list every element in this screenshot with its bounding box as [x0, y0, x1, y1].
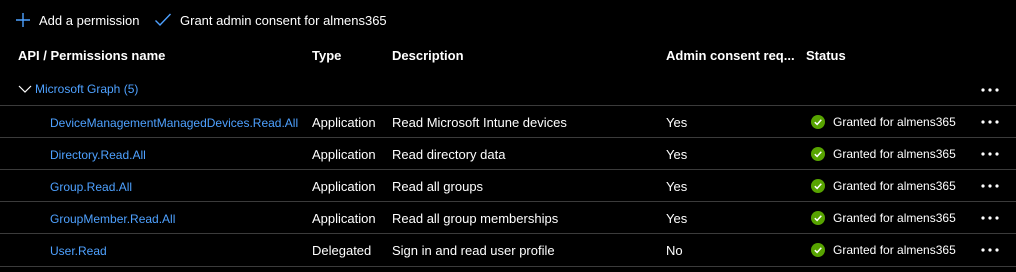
permission-description: Read directory data	[392, 147, 506, 162]
permission-type: Delegated	[312, 243, 372, 258]
plus-icon	[16, 13, 30, 27]
checkmark-icon	[155, 13, 172, 27]
status-badge: Granted for almens365	[811, 147, 956, 161]
admin-consent-required: Yes	[666, 147, 688, 162]
table-row: GroupMember.Read.All Application Read al…	[0, 201, 1016, 234]
permission-name-link[interactable]: GroupMember.Read.All	[50, 212, 175, 226]
check-circle-icon	[811, 243, 825, 257]
row-more-button[interactable]	[979, 146, 1001, 162]
status-text: Granted for almens365	[833, 243, 956, 257]
more-horizontal-icon	[981, 120, 999, 124]
row-more-button[interactable]	[979, 242, 1001, 258]
status-badge: Granted for almens365	[811, 115, 956, 129]
column-header-name[interactable]: API / Permissions name	[18, 48, 165, 63]
more-horizontal-icon	[981, 248, 999, 252]
permission-name-link[interactable]: User.Read	[50, 244, 107, 258]
add-permission-label: Add a permission	[39, 12, 140, 28]
table-row: Group.Read.All Application Read all grou…	[0, 169, 1016, 202]
group-expand-toggle[interactable]: Microsoft Graph (5)	[18, 82, 138, 96]
permission-name-link[interactable]: Group.Read.All	[50, 180, 132, 194]
column-header-status[interactable]: Status	[806, 48, 846, 63]
table-row: Directory.Read.All Application Read dire…	[0, 137, 1016, 170]
admin-consent-required: Yes	[666, 179, 688, 194]
admin-consent-required: Yes	[666, 115, 688, 130]
status-badge: Granted for almens365	[811, 243, 956, 257]
row-more-button[interactable]	[979, 178, 1001, 194]
table-row: User.Read Delegated Sign in and read use…	[0, 233, 1016, 267]
permission-type: Application	[312, 115, 376, 130]
table-header: API / Permissions name Type Description …	[0, 40, 1016, 70]
chevron-down-icon	[18, 85, 32, 93]
permission-type: Application	[312, 211, 376, 226]
status-badge: Granted for almens365	[811, 211, 956, 225]
permission-type: Application	[312, 179, 376, 194]
group-label: Microsoft Graph (5)	[35, 82, 139, 96]
check-circle-icon	[811, 115, 825, 129]
grant-admin-consent-label: Grant admin consent for almens365	[180, 12, 387, 28]
group-more-button[interactable]	[979, 82, 1001, 98]
column-header-type[interactable]: Type	[312, 48, 341, 63]
permission-type: Application	[312, 147, 376, 162]
column-header-admin-consent[interactable]: Admin consent req...	[666, 48, 795, 63]
more-horizontal-icon	[981, 152, 999, 156]
add-permission-button[interactable]: Add a permission	[15, 9, 139, 31]
row-more-button[interactable]	[979, 114, 1001, 130]
grant-admin-consent-button[interactable]: Grant admin consent for almens365	[154, 9, 387, 31]
admin-consent-required: Yes	[666, 211, 688, 226]
status-text: Granted for almens365	[833, 115, 956, 129]
status-badge: Granted for almens365	[811, 179, 956, 193]
permission-description: Read all group memberships	[392, 211, 559, 226]
command-bar: Add a permission Grant admin consent for…	[0, 0, 1016, 38]
status-text: Granted for almens365	[833, 211, 956, 225]
more-horizontal-icon	[981, 88, 999, 92]
row-more-button[interactable]	[979, 210, 1001, 226]
admin-consent-required: No	[666, 243, 683, 258]
permission-name-link[interactable]: DeviceManagementManagedDevices.Read.All	[50, 116, 298, 130]
more-horizontal-icon	[981, 184, 999, 188]
check-circle-icon	[811, 179, 825, 193]
column-header-description[interactable]: Description	[392, 48, 464, 63]
permission-description: Read all groups	[392, 179, 484, 194]
check-circle-icon	[811, 211, 825, 225]
table-row: DeviceManagementManagedDevices.Read.All …	[0, 105, 1016, 138]
status-text: Granted for almens365	[833, 147, 956, 161]
group-row-microsoft-graph: Microsoft Graph (5)	[0, 76, 1016, 104]
check-circle-icon	[811, 147, 825, 161]
permission-description: Read Microsoft Intune devices	[392, 115, 567, 130]
status-text: Granted for almens365	[833, 179, 956, 193]
permission-name-link[interactable]: Directory.Read.All	[50, 148, 146, 162]
permission-description: Sign in and read user profile	[392, 243, 555, 258]
more-horizontal-icon	[981, 216, 999, 220]
